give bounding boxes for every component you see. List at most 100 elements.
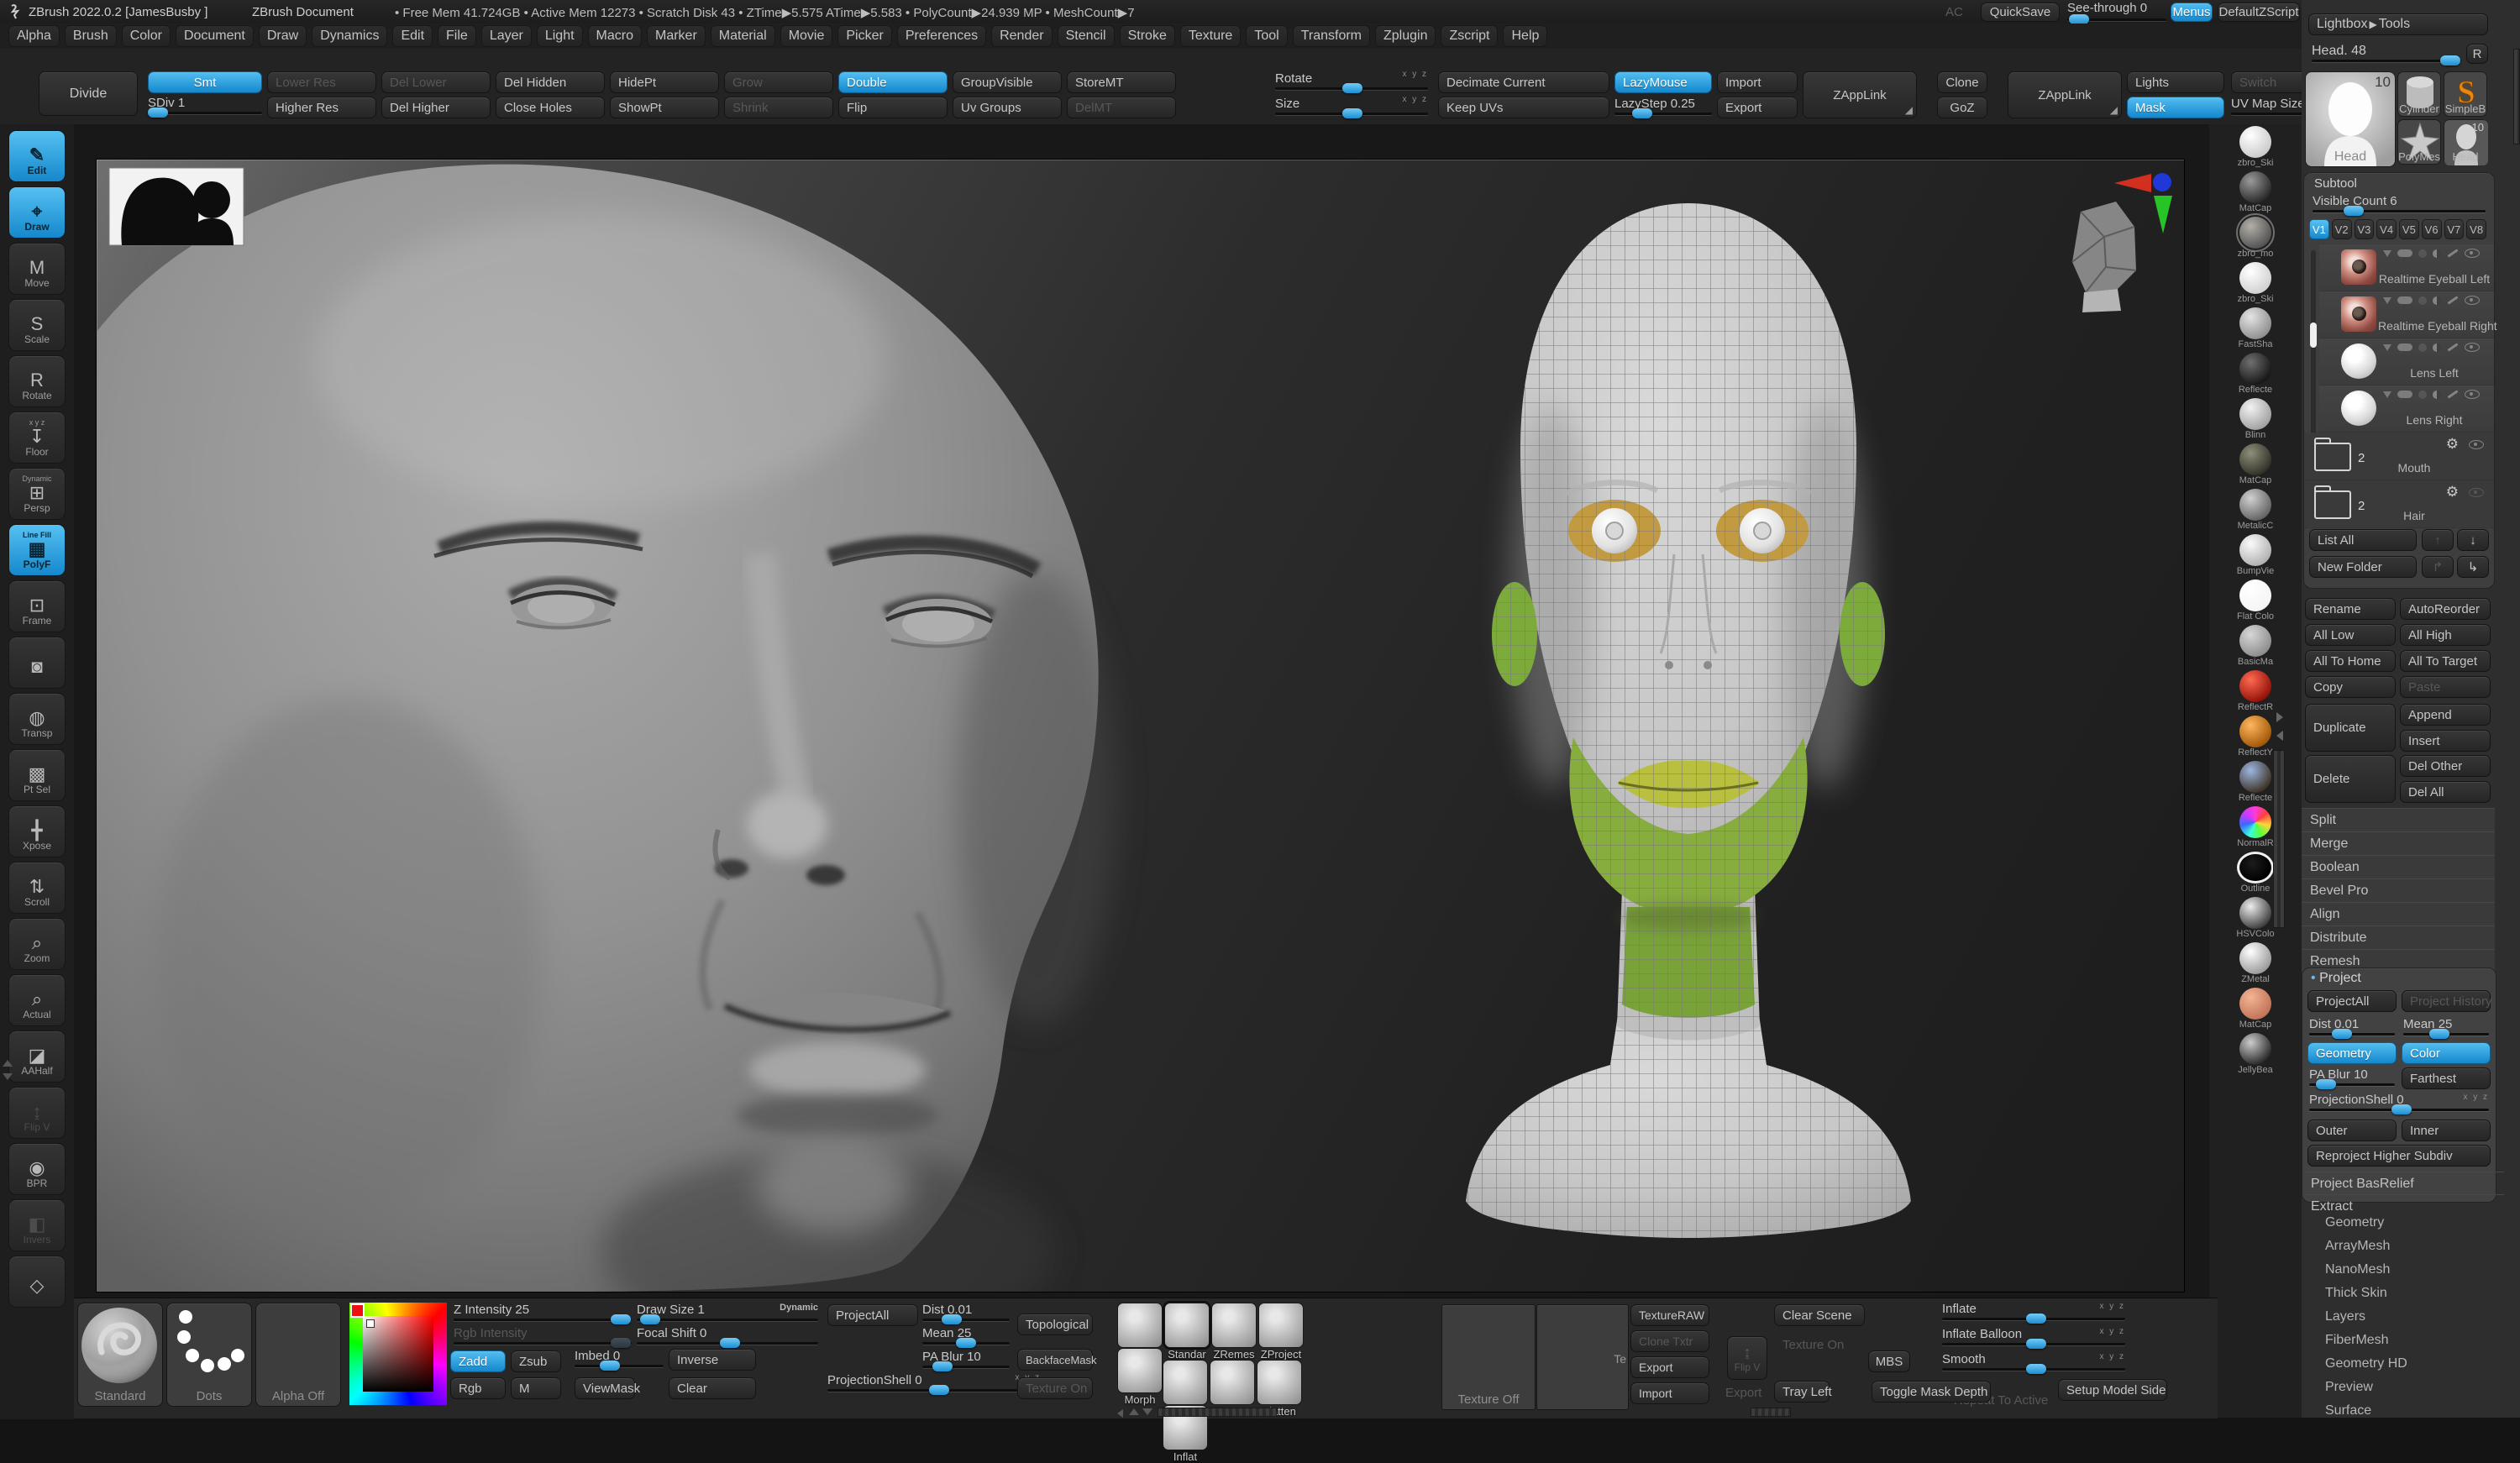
material-item[interactable]: ReflectR [2209,670,2302,712]
material-item[interactable]: FastSha [2209,307,2302,349]
texture-off-thumbnail[interactable]: Texture Off [1441,1304,1536,1410]
menu-item[interactable]: Zscript [1441,25,1498,47]
menu-item[interactable]: Texture [1180,25,1241,47]
drop-arrow-icon[interactable] [2383,391,2391,398]
reproject-button[interactable]: Reproject Higher Subdiv [2307,1145,2491,1167]
menu-item[interactable]: Stencil [1058,25,1115,47]
subtool-thumbnail[interactable] [2341,296,2376,332]
action-button[interactable]: Paste [2400,676,2491,698]
material-item[interactable]: Flat Colo [2209,579,2302,621]
section-row[interactable]: Bevel Pro [2302,878,2495,902]
action-button[interactable]: All To Home [2305,650,2396,672]
shelf-button[interactable]: Shrink [724,97,833,118]
brush-cell[interactable]: ZProject [1258,1303,1304,1348]
dock-scroll-up-icon[interactable] [3,1060,13,1067]
pair-toggle-icon[interactable] [2397,343,2412,351]
inflate-balloon-slider[interactable]: x y z Inflate Balloon [1942,1327,2125,1345]
eye-icon[interactable] [2465,390,2480,399]
material-item[interactable]: MatCap [2209,988,2302,1030]
visible-count-slider[interactable]: Visible Count 6 [2313,194,2486,212]
menu-item[interactable]: Color [122,25,171,47]
subtool-row[interactable]: Lens Right [2319,385,2494,433]
menu-item[interactable]: Light [537,25,583,47]
move-down-button[interactable]: ↓ [2457,529,2489,551]
difference-icon[interactable] [2433,249,2441,258]
import-button[interactable]: Import [1717,71,1798,93]
version-tab[interactable]: V6 [2422,219,2442,239]
menu-item[interactable]: Transform [1293,25,1370,47]
section-row[interactable]: Align [2302,902,2495,926]
move-up-button[interactable]: ↑ [2422,529,2454,551]
brush-icon[interactable] [2447,296,2458,304]
alpha-thumbnail[interactable]: Alpha Off [255,1303,341,1407]
material-item[interactable]: zbro_Ski [2209,126,2302,168]
palette-title[interactable]: FiberMesh [2302,1331,2495,1350]
flip-v-button[interactable]: ↨ Flip V [1727,1336,1767,1380]
eye-icon[interactable] [2465,343,2480,352]
dock-scroll-down-icon[interactable] [3,1073,13,1080]
dock-item[interactable]: ⌖ Draw [8,186,66,239]
zsub-button[interactable]: Zsub [511,1350,561,1372]
palette-title[interactable]: NanoMesh [2302,1261,2495,1279]
projection-shell-slider[interactable]: x y z ProjectionShell 0 [2309,1093,2489,1111]
mats-scroll-right-icon[interactable] [2276,712,2283,722]
material-item[interactable]: HSVColo [2209,897,2302,939]
list-all-button[interactable]: List All [2309,529,2417,551]
document-canvas[interactable] [97,160,2184,1292]
menu-item[interactable]: Alpha [8,25,60,47]
material-item[interactable]: MatCap [2209,171,2302,213]
lightbox-tools-bar[interactable]: Lightbox ▶ Tools [2308,13,2488,35]
brush-icon[interactable] [2447,390,2458,398]
dock-item[interactable]: ◇ [8,1256,66,1308]
eye-icon[interactable] [2465,296,2480,305]
material-item[interactable]: ReflectY [2209,716,2302,758]
shelf-button[interactable]: GroupVisible [953,71,1062,93]
project-all-button[interactable]: ProjectAll [827,1304,918,1326]
lazystep-slider[interactable]: LazyStep 0.25 [1614,97,1712,115]
gear-icon[interactable]: ⚙ [2446,436,2459,453]
brush-cell[interactable]: Move [1117,1303,1163,1348]
drop-arrow-icon[interactable] [2383,297,2391,304]
brush-cell[interactable]: ZRemes [1210,1360,1255,1405]
menu-item[interactable]: Stroke [1120,25,1175,47]
duplicate-button[interactable]: Duplicate [2305,704,2396,752]
brush-cell[interactable]: Standar [1164,1303,1210,1348]
folder-insert-icon[interactable]: ↳ [2457,556,2489,578]
append-button[interactable]: Append [2400,704,2491,726]
brush-cell[interactable]: Morph [1117,1348,1163,1393]
shelf-button[interactable]: Del Lower [381,71,491,93]
shelf-button[interactable]: DelMT [1067,97,1176,118]
version-tab[interactable]: V7 [2444,219,2465,239]
palette-title[interactable]: Thick Skin [2302,1284,2495,1303]
export-button[interactable]: Export [1717,97,1798,118]
zadd-button[interactable]: Zadd [450,1350,506,1372]
viewmask-button[interactable]: ViewMask [575,1377,635,1399]
inner-button[interactable]: Inner [2402,1120,2491,1141]
material-item[interactable]: Reflecte [2209,353,2302,395]
palette-title[interactable]: ArrayMesh [2302,1237,2495,1256]
project-all-button[interactable]: ProjectAll [2307,990,2397,1012]
rotate-slider[interactable]: Rotate x y z [1275,71,1428,90]
r-button[interactable]: R [2466,44,2488,64]
menu-item[interactable]: Edit [392,25,433,47]
mbs-button[interactable]: MBS [1868,1350,1910,1372]
version-tab[interactable]: V5 [2399,219,2419,239]
tool-thumbnail[interactable]: S SimpleB [2444,71,2487,117]
z-intensity-slider[interactable]: Z Intensity 25 [454,1303,632,1321]
zapplink-button[interactable]: ZAppLink ◢ [1803,71,1917,118]
difference-icon[interactable] [2433,343,2441,352]
menu-item[interactable]: Material [711,25,775,47]
dock-item[interactable]: ⌕ Actual [8,974,66,1026]
subtool-row[interactable]: Realtime Eyeball Left [2319,244,2494,291]
draw-size-slider[interactable]: Dynamic Draw Size 1 [637,1303,818,1321]
geometry-toggle[interactable]: Geometry [2307,1042,2397,1064]
dock-item[interactable]: ◙ [8,637,66,689]
topological-button[interactable]: Topological [1017,1314,1093,1335]
menu-item[interactable]: Macro [588,25,642,47]
menu-item[interactable]: Preferences [897,25,986,47]
material-item[interactable]: BasicMa [2209,625,2302,667]
shelf-button[interactable]: Del Higher [381,97,491,118]
action-button[interactable]: AutoReorder [2400,598,2491,620]
version-tab[interactable]: V2 [2332,219,2352,239]
menu-item[interactable]: Document [176,25,254,47]
